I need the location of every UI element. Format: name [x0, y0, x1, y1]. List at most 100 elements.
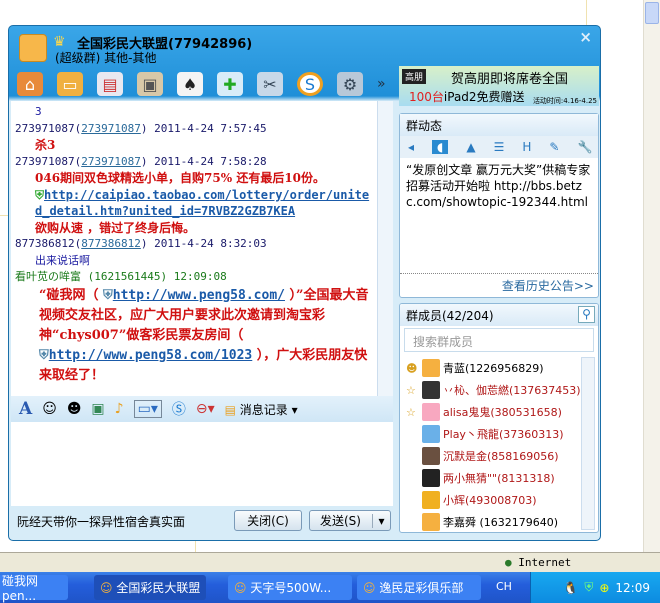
- avatar: [422, 403, 440, 421]
- sender-id-link[interactable]: 273971087: [81, 122, 141, 135]
- online-user-icon: ☻: [406, 361, 418, 375]
- message-link[interactable]: http://www.peng58.com/: [113, 288, 285, 303]
- search-icon[interactable]: ⚲: [578, 306, 595, 323]
- message-text: 046期间双色球精选小单，自购75% 还有最后10份。: [35, 171, 326, 185]
- message-history-button[interactable]: ▤ 消息记录 ▾: [225, 401, 298, 418]
- send-button[interactable]: 发送(S) ▾: [309, 510, 391, 531]
- taskbar-item[interactable]: ☺ 逸民足彩俱乐部: [357, 575, 481, 600]
- screenshot-icon[interactable]: ▭▾: [133, 400, 162, 418]
- message-input[interactable]: [11, 422, 393, 506]
- font-icon[interactable]: A: [19, 399, 32, 419]
- admin-star-icon: ☆: [406, 383, 416, 397]
- ad-period: 活动时间:4.16-4.25: [532, 97, 597, 105]
- soso-icon[interactable]: Ⓢ: [172, 399, 186, 419]
- folder-share-icon[interactable]: ▭: [57, 72, 83, 96]
- globe-icon: ●: [505, 556, 512, 569]
- member-name: 青蓝(1226956829): [443, 362, 544, 375]
- member-item[interactable]: 李嘉舜 (1632179640): [406, 511, 598, 532]
- message-text: 出来说话啊: [35, 253, 90, 267]
- browser-scrollbar[interactable]: [643, 0, 660, 552]
- main-toolbar: ⌂ ▭ ▤ ▣ ♠ ✚ ✂ S ⚙ »: [17, 72, 386, 96]
- member-item[interactable]: Play丶飛龍(37360313): [406, 423, 598, 445]
- message-text: 欲购从速 ，错过了终身后悔。: [35, 220, 196, 235]
- avatar: [422, 469, 440, 487]
- home-icon[interactable]: ⌂: [17, 72, 43, 96]
- member-item[interactable]: 沉默是金(858169056): [406, 445, 598, 467]
- system-tray: 🐧 ⛨ ⊕ 12:09: [530, 572, 660, 603]
- more-icon[interactable]: »: [377, 76, 386, 92]
- plus-icon[interactable]: ⊕: [599, 581, 609, 595]
- settings-gear-icon[interactable]: ⚙: [337, 72, 363, 96]
- security-zone: Internet: [518, 556, 572, 569]
- member-list: ☻ 青蓝(1226956829) ☆ 丷杺、伽莣繎(137637453) ☆ alisa鬼…: [400, 354, 598, 532]
- shield-icon: ⛨: [103, 287, 113, 303]
- message-text: 3: [35, 105, 42, 118]
- admin-star-icon: ☆: [406, 405, 416, 419]
- member-item[interactable]: ☆ alisa鬼鬼(380531658): [406, 401, 598, 423]
- shield-icon: ⛨: [35, 187, 45, 202]
- ad-headline: 贺高朋即将席卷全国: [451, 72, 569, 87]
- close-icon[interactable]: ×: [579, 28, 592, 46]
- members-title: 群成员(42/204): [406, 309, 494, 323]
- member-item[interactable]: ☻ 青蓝(1226956829): [406, 357, 598, 379]
- browser-scroll-thumb[interactable]: [645, 2, 659, 24]
- emoticon-icon[interactable]: ☺: [42, 401, 57, 417]
- album-icon[interactable]: ▤: [97, 72, 123, 96]
- banner-ad[interactable]: 高朋 贺高朋即将席卷全国 100台iPad2免费赠送 活动时间:4.16-4.2…: [399, 66, 599, 106]
- member-name: 沉默是金(858169056): [443, 450, 559, 463]
- avatar: [422, 359, 440, 377]
- h-tab-icon[interactable]: H: [522, 140, 531, 154]
- history-announcements-link[interactable]: 查看历史公告>>: [400, 274, 598, 297]
- message-header: 877386812(877386812) 2011-4-24 8:32:03: [15, 237, 267, 250]
- image-icon[interactable]: ▣: [91, 401, 104, 417]
- announcement-panel: 群动态 ◂ ◖ ▲ ☰ H ✎ 🔧 “发原创文章 赢万元大奖”供稿专家招募活动开…: [399, 113, 599, 298]
- member-name: 李嘉舜 (1632179640): [443, 516, 559, 529]
- member-scrollbar[interactable]: [581, 357, 595, 530]
- list-tab-icon[interactable]: ☰: [494, 140, 505, 154]
- member-item[interactable]: ☆ 丷杺、伽莣繎(137637453): [406, 379, 598, 401]
- members-panel: 群成员(42/204) ⚲ 搜索群成员 ☻ 青蓝(1226956829) ☆ 丷杺、伽莣…: [399, 303, 599, 533]
- send-options-dropdown[interactable]: ▾: [372, 513, 390, 528]
- announcement-title: 群动态: [400, 114, 598, 136]
- magic-emoticon-icon[interactable]: ☻: [67, 401, 82, 417]
- soso-icon[interactable]: S: [297, 72, 323, 96]
- wrench-icon[interactable]: 🔧: [577, 140, 592, 154]
- message-link[interactable]: http://www.peng58.com/1023: [49, 348, 253, 363]
- close-button[interactable]: 关闭(C): [234, 510, 302, 531]
- member-search-input[interactable]: 搜索群成员: [404, 328, 594, 352]
- add-app-icon[interactable]: ✚: [217, 72, 243, 96]
- avatar: [422, 513, 440, 531]
- taskbar-item[interactable]: 碰我网pen...: [0, 574, 68, 603]
- language-indicator[interactable]: CH: [496, 580, 512, 593]
- announcement-tab-icon[interactable]: ◖: [432, 140, 449, 154]
- prev-icon[interactable]: ◂: [408, 140, 414, 154]
- qq-penguin-icon[interactable]: 🐧: [563, 581, 578, 595]
- sender-id-link[interactable]: 877386812: [81, 237, 141, 250]
- chat-scrollbar[interactable]: [377, 101, 393, 396]
- video-icon[interactable]: ▣: [137, 72, 163, 96]
- member-name: alisa鬼鬼(380531658): [443, 406, 562, 419]
- clock: 12:09: [615, 580, 650, 595]
- music-icon[interactable]: ♪: [115, 401, 124, 417]
- crown-icon: ♛: [53, 34, 66, 50]
- avatar: [422, 381, 440, 399]
- block-icon[interactable]: ⊖▾: [196, 401, 215, 417]
- edit-icon[interactable]: ✎: [549, 140, 559, 154]
- game-icon[interactable]: ♠: [177, 72, 203, 96]
- member-item[interactable]: 两小無猜""(8131318): [406, 467, 598, 489]
- message-link[interactable]: http://caipiao.taobao.com/lottery/order/…: [35, 188, 369, 219]
- message-header: 273971087(273971087) 2011-4-24 7:58:28: [15, 154, 267, 168]
- sender-id-link[interactable]: 273971087: [81, 155, 141, 168]
- input-toolbar: A ☺ ☻ ▣ ♪ ▭▾ Ⓢ ⊖▾ ▤ 消息记录 ▾: [11, 396, 393, 422]
- taskbar-item-active[interactable]: ☺ 全国彩民大联盟: [94, 575, 206, 600]
- taskbar-item[interactable]: ☺ 天字号500W...: [228, 575, 352, 600]
- group-category: (超级群) 其他-其他: [55, 51, 157, 65]
- bottom-ad-link[interactable]: 阮经天带你一探异性宿舍真实面: [17, 513, 185, 530]
- security-shield-icon[interactable]: ⛨: [584, 580, 593, 595]
- qq-group-chat-window: ♛ 全国彩民大联盟(77942896) (超级群) 其他-其他 × ⌂ ▭ ▤ …: [8, 25, 601, 541]
- message-text: 杀3: [35, 138, 56, 152]
- photo-tab-icon[interactable]: ▲: [466, 140, 475, 154]
- member-item[interactable]: 小辉(493008703): [406, 489, 598, 511]
- tools-icon[interactable]: ✂: [257, 72, 283, 96]
- avatar: [422, 447, 440, 465]
